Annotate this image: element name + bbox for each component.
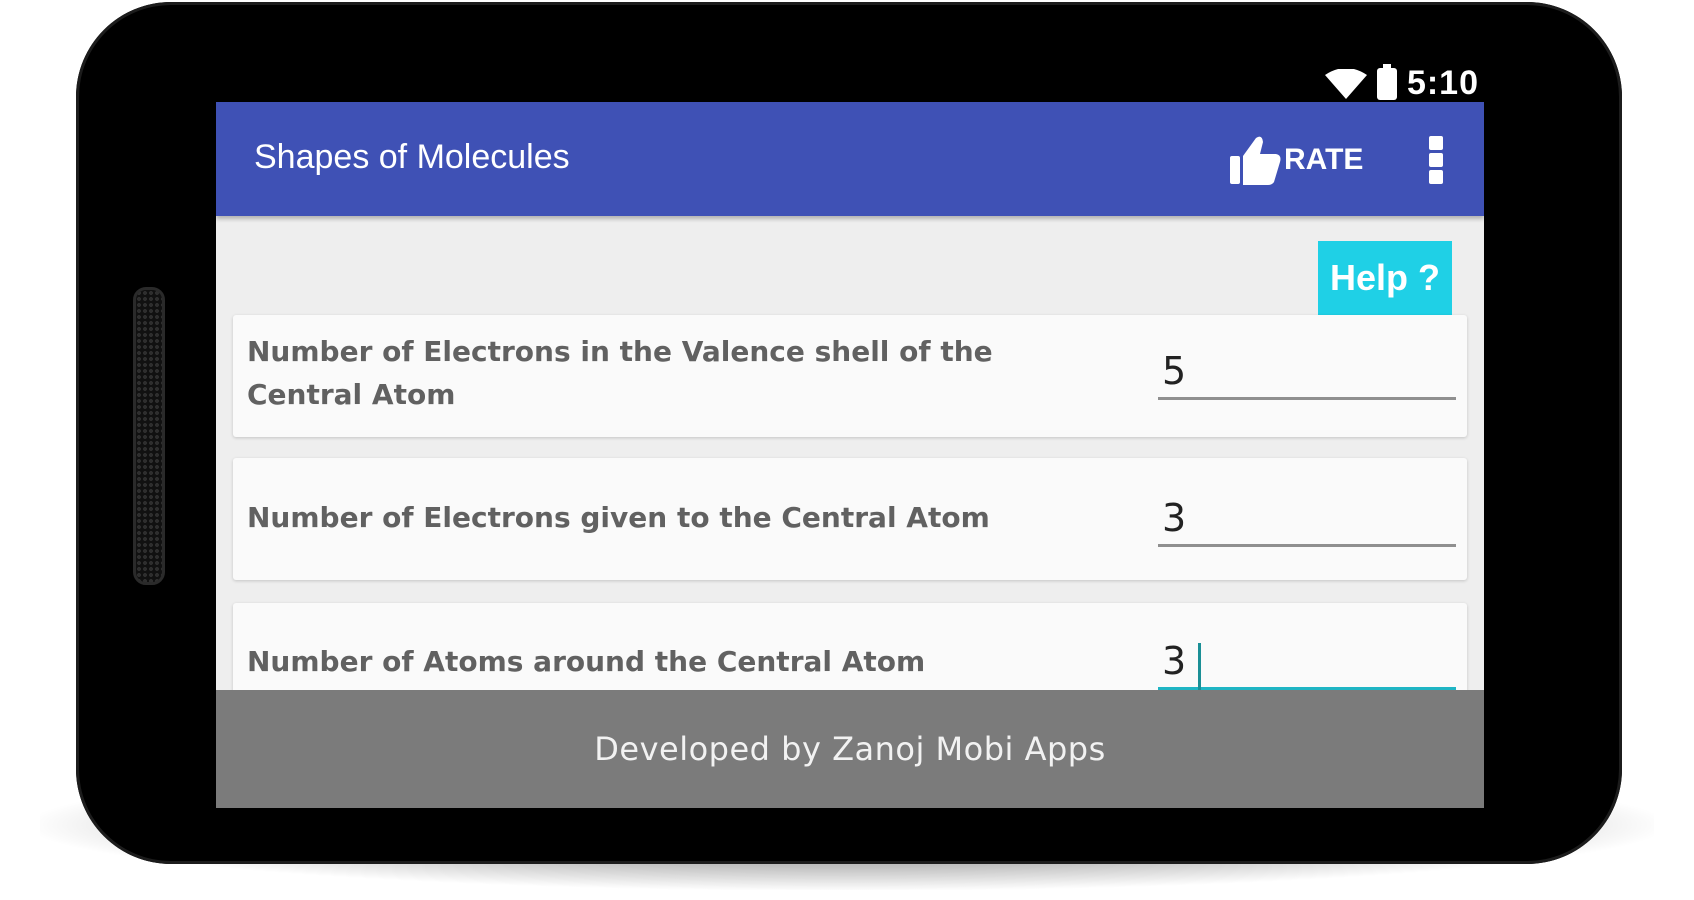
battery-icon [1376, 63, 1397, 100]
overflow-menu-icon[interactable] [1416, 132, 1456, 188]
status-clock: 5:10 [1406, 64, 1479, 102]
app-screen: Shapes of Molecules RATE Help ? Number o… [216, 102, 1484, 808]
app-title: Shapes of Molecules [254, 138, 570, 176]
surrounding-atoms-label: Number of Atoms around the Central Atom [247, 645, 926, 678]
valence-electrons-card: Number of Electrons in the Valence shell… [233, 315, 1467, 437]
menu-dot [1429, 170, 1443, 184]
wifi-icon [1324, 68, 1367, 99]
given-electrons-input[interactable] [1158, 492, 1456, 547]
valence-electrons-input[interactable] [1158, 345, 1456, 400]
valence-electrons-label: Number of Electrons in the Valence shell… [247, 335, 993, 411]
rate-label: RATE [1284, 143, 1364, 176]
speaker-grille [133, 287, 165, 585]
text-cursor [1198, 643, 1201, 691]
status-bar: 5:10 [140, 60, 1489, 102]
given-electrons-label: Number of Electrons given to the Central… [247, 501, 990, 534]
device-stage: 5:10 Shapes of Molecules RATE Help ? Num… [0, 0, 1694, 900]
status-icons: 5:10 [1324, 63, 1479, 103]
developer-credit: Developed by Zanoj Mobi Apps [594, 730, 1106, 768]
help-button[interactable]: Help ? [1318, 241, 1452, 315]
app-bar: Shapes of Molecules RATE [216, 102, 1484, 216]
given-electrons-card: Number of Electrons given to the Central… [233, 458, 1467, 580]
menu-dot [1429, 136, 1443, 150]
thumbs-up-icon [1230, 136, 1281, 185]
surrounding-atoms-input[interactable] [1158, 635, 1456, 690]
menu-dot [1429, 153, 1443, 167]
developer-footer[interactable]: Developed by Zanoj Mobi Apps [216, 690, 1484, 808]
rate-button[interactable]: RATE [1228, 130, 1363, 190]
